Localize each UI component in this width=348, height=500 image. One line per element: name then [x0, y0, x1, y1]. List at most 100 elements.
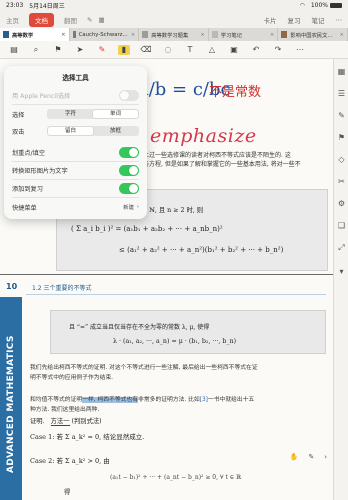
selection-tool-popover: 选择工具 用 Apple Pencil选择 选择 字符 单词 双击 留白 放框 … [4, 66, 147, 219]
annotation-list-icon[interactable]: ✎ [337, 111, 346, 120]
paragraph-text: 和均值不等式的证明 [30, 397, 83, 403]
body-line: 上过一些选修课的读者对柯西不等式应该是不陌生的. 这 [143, 152, 291, 159]
apple-pencil-toggle[interactable] [119, 89, 139, 101]
expand-icon[interactable]: ⤢ [337, 243, 346, 252]
case-2: Case 2: 若 Σ a_k² > 0, 由 [30, 457, 110, 465]
redo-icon[interactable]: ↷ [272, 45, 284, 55]
grid-icon[interactable]: ▦ [98, 16, 104, 24]
nav-tab-flip[interactable]: 翻图 [64, 15, 77, 25]
text-icon[interactable]: T [184, 45, 196, 55]
layers-icon[interactable]: ❏ [337, 221, 346, 230]
discriminant-formula: (a₁t − b₁)² + ··· + (a_nt − b_n)² ≥ 0, ∀… [110, 474, 242, 481]
app-navbar: 主页 文档 翻图 ✎ ▦ 卡片 复习 笔记 ⋯ [0, 11, 348, 28]
document-icon [72, 31, 76, 38]
settings-icon[interactable]: ⚙ [337, 199, 346, 208]
doc-tab-5[interactable]: 影响中国农民文… × [278, 28, 348, 41]
image-icon[interactable]: ▣ [228, 45, 240, 55]
paragraph-line: 明不等式中的应用例子作为结束. [30, 375, 113, 381]
quick-menu-label: 快捷菜单 [12, 204, 37, 212]
bookmark-icon[interactable]: ⚑ [52, 45, 64, 55]
doc-tab-3[interactable]: 高等数学习题集 × [139, 28, 209, 41]
bookmark-list-icon[interactable]: ⚑ [337, 133, 346, 142]
scissors-icon[interactable]: ✂ [337, 177, 346, 186]
note-icon [211, 31, 218, 38]
close-icon[interactable]: × [267, 32, 274, 38]
close-icon[interactable]: × [128, 32, 135, 38]
highlighter-icon[interactable]: ▮ [118, 44, 130, 55]
highlighted-text[interactable]: 一样, 柯西不等式也有 [82, 397, 139, 403]
thumbnail-icon[interactable]: ▦ [337, 67, 346, 76]
page-number: 10 [6, 282, 18, 291]
equality-box: 且 “=” 成立当且仅当存在不全为零的常数 λ, μ, 使得 λ · (a₁, … [50, 310, 326, 354]
double-tap-option-blank[interactable]: 留白 [48, 127, 93, 135]
paragraph-line: 我们先给出柯西不等式的证明. 对这个不等式进行一些注解, 最后给出一些柯西不等式… [30, 365, 258, 371]
outline-icon[interactable]: ☰ [337, 89, 346, 98]
method-name: (判别式法) [71, 418, 102, 425]
convert-row: 转换矩形图片为文字 [12, 163, 139, 177]
popover-title: 选择工具 [62, 74, 89, 82]
apple-pencil-row: 用 Apple Pencil选择 [12, 88, 139, 102]
new-button[interactable]: 新建 › [123, 203, 139, 211]
inequality-line-2: ≤ (a₁² + a₂² + ··· + a_n²)(b₁² + b₂² + ·… [119, 246, 284, 254]
more-icon[interactable]: ⋯ [336, 16, 343, 24]
nav-review[interactable]: 复习 [288, 15, 301, 25]
double-tap-segmented: 留白 放框 [47, 126, 139, 136]
search-icon[interactable]: ⌕ [30, 45, 42, 55]
convert-toggle[interactable] [119, 164, 139, 176]
handwritten-note: 不是常数 [209, 85, 262, 100]
undo-icon[interactable]: ↶ [250, 45, 262, 55]
double-tap-label: 双击 [12, 128, 25, 136]
close-icon[interactable]: × [197, 32, 204, 38]
highlight-toggle[interactable] [119, 146, 139, 158]
citation-link[interactable]: [3] [200, 397, 208, 403]
hand-icon[interactable]: ✋ [290, 453, 299, 461]
double-tap-option-box[interactable]: 放框 [93, 127, 138, 135]
tag-icon[interactable]: ◇ [337, 155, 346, 164]
section-header: 1.2 三个重要的不等式 [32, 285, 92, 292]
chevron-right-icon[interactable]: › [324, 453, 327, 461]
quick-menu-row[interactable]: 快捷菜单 新建 › [12, 200, 139, 214]
eraser-icon[interactable]: ⌫ [140, 45, 152, 55]
method-label: 方法一 [50, 418, 70, 426]
equality-formula: λ · (a₁, a₂, ···, a_n) = μ · (b₁, b₂, ··… [113, 338, 237, 345]
document-icon [281, 31, 288, 38]
doc-tab-4[interactable]: 学习笔记 × [209, 28, 279, 41]
nav-cards[interactable]: 卡片 [264, 15, 277, 25]
wifi-icon: ◠ [299, 2, 305, 9]
body-line: 与方程, 但是如果了解和掌握它的一些基本用法, 将对一些不 [143, 161, 301, 168]
convert-label: 转换矩形图片为文字 [12, 167, 68, 175]
handwritten-emphasize: emphasize [150, 125, 257, 147]
annotation-toolbar: ▤ ⌕ ⚑ ➤ ✎ ▮ ⌫ ◌ T △ ▣ ↶ ↷ ⋯ [0, 41, 348, 59]
scroll-handle[interactable]: ▾ [337, 267, 346, 276]
close-icon[interactable]: × [58, 32, 65, 38]
highlight-row: 划重点/填空 [12, 145, 139, 159]
nav-tab-home[interactable]: 主页 [6, 15, 19, 25]
select-option-word[interactable]: 单词 [93, 110, 138, 118]
pen-small-icon[interactable]: ✎ [308, 453, 314, 461]
shape-icon[interactable]: △ [206, 45, 218, 55]
body-text: 上过一些选修课的读者对柯西不等式应该是不陌生的. 这 与方程, 但是如果了解和掌… [143, 151, 323, 169]
proof-line: 证明. 方法一 (判别式法) [30, 416, 102, 426]
separator [12, 197, 139, 198]
doc-tab-label: 影响中国农民文… [290, 32, 333, 39]
nav-notes[interactable]: 笔记 [312, 15, 325, 25]
pen-icon[interactable]: ✎ [96, 45, 108, 55]
pointer-icon[interactable]: ➤ [74, 45, 86, 55]
right-sidebar: ▦ ☰ ✎ ⚑ ◇ ✂ ⚙ ❏ ⤢ ▾ [333, 59, 348, 500]
paragraph-text: 非常多的证明方法. 比如 [138, 397, 200, 403]
select-option-char[interactable]: 字符 [48, 110, 93, 118]
paragraph-1: 我们先给出柯西不等式的证明. 对这个不等式进行一些注解, 最后给出一些柯西不等式… [30, 363, 326, 383]
doc-tab-2[interactable]: Cauchy-Schwarz… × [70, 28, 140, 41]
review-toggle[interactable] [119, 182, 139, 194]
sidebar-toggle-icon[interactable]: ▤ [8, 45, 20, 55]
select-mode-label: 选择 [12, 111, 25, 119]
doc-tab-1[interactable]: 高等数学 × [0, 28, 70, 41]
close-icon[interactable]: × [337, 32, 344, 38]
document-tabs: 高等数学 × Cauchy-Schwarz… × 高等数学习题集 × 学习笔记 … [0, 28, 348, 41]
lasso-icon[interactable]: ◌ [162, 45, 174, 55]
nav-tab-documents[interactable]: 文档 [29, 12, 54, 27]
more-tools-icon[interactable]: ⋯ [294, 45, 306, 55]
header-rule [26, 294, 326, 295]
paragraph-text: 一书中就给出十五 [207, 397, 255, 403]
edit-icon[interactable]: ✎ [87, 16, 92, 24]
